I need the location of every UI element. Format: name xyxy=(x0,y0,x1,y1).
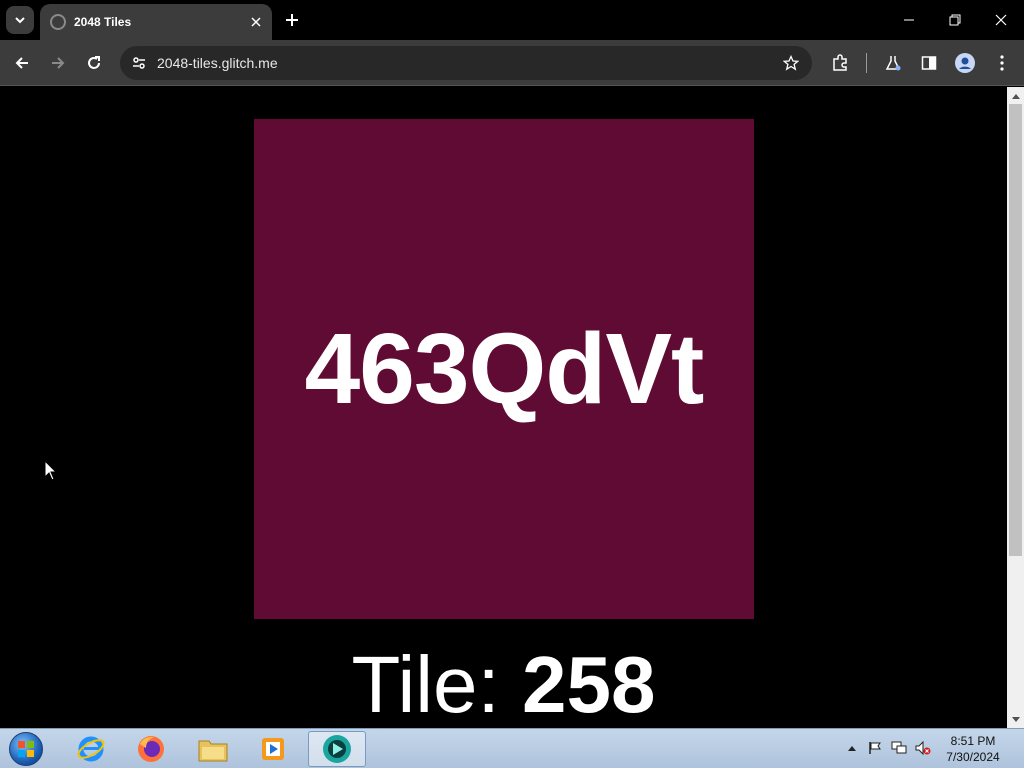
address-bar[interactable]: 2048-tiles.glitch.me xyxy=(120,46,812,80)
taskbar-active-app[interactable] xyxy=(308,731,366,767)
tune-icon xyxy=(133,57,145,69)
side-panel-button[interactable] xyxy=(916,50,942,76)
avatar-icon xyxy=(955,53,975,73)
scrollbar-thumb[interactable] xyxy=(1009,104,1022,556)
vertical-scrollbar[interactable] xyxy=(1007,87,1024,728)
mouse-cursor-icon xyxy=(44,460,58,481)
game-tile[interactable]: 463QdVt xyxy=(254,119,754,619)
chevron-down-icon xyxy=(15,17,25,24)
clock-time: 8:51 PM xyxy=(950,734,996,748)
volume-tray[interactable] xyxy=(914,739,932,757)
url-text: 2048-tiles.glitch.me xyxy=(157,55,278,71)
clock-date: 7/30/2024 xyxy=(946,750,1000,764)
browser-toolbar: 2048-tiles.glitch.me xyxy=(0,40,1024,86)
tile-caption: Tile: 258 xyxy=(0,640,1007,728)
new-tab-button[interactable] xyxy=(280,8,304,32)
tab-title: 2048 Tiles xyxy=(74,15,132,29)
triangle-up-icon xyxy=(848,746,856,751)
browser-titlebar: 2048 Tiles xyxy=(0,0,1024,40)
tab-active[interactable]: 2048 Tiles xyxy=(40,4,272,40)
reload-button[interactable] xyxy=(80,49,108,77)
bookmark-button[interactable] xyxy=(780,52,802,74)
side-panel-icon xyxy=(921,56,937,70)
menu-button[interactable] xyxy=(989,50,1015,76)
action-center-tray[interactable] xyxy=(866,739,884,757)
site-info-button[interactable] xyxy=(128,52,150,74)
start-button[interactable] xyxy=(6,731,46,767)
flask-icon xyxy=(885,56,901,71)
globe-icon xyxy=(50,14,66,30)
firefox-icon xyxy=(138,736,164,762)
scroll-down-button[interactable] xyxy=(1007,711,1024,728)
system-clock[interactable]: 8:51 PM 7/30/2024 xyxy=(936,733,1010,765)
minimize-button[interactable] xyxy=(894,6,924,34)
profile-button[interactable] xyxy=(952,50,978,76)
puzzle-icon xyxy=(833,54,847,71)
volume-muted-icon xyxy=(915,741,931,755)
restore-button[interactable] xyxy=(940,6,970,34)
app-icon xyxy=(323,735,351,763)
back-button[interactable] xyxy=(8,49,36,77)
tile-caption-value: 258 xyxy=(521,640,656,728)
taskbar-media-player[interactable] xyxy=(244,731,302,767)
close-icon xyxy=(251,17,261,27)
star-icon xyxy=(783,55,799,71)
network-tray[interactable] xyxy=(890,739,908,757)
windows-logo-icon xyxy=(9,732,43,766)
tile-caption-label: Tile: xyxy=(351,640,500,728)
media-player-icon xyxy=(262,738,284,760)
minimize-icon xyxy=(904,19,914,21)
reload-icon xyxy=(88,56,100,69)
more-vert-icon xyxy=(1000,55,1004,71)
plus-icon xyxy=(286,14,298,26)
flag-icon xyxy=(869,742,881,754)
taskbar-file-explorer[interactable] xyxy=(184,731,242,767)
network-icon xyxy=(891,741,907,754)
tile-text: 463QdVt xyxy=(304,312,705,425)
labs-button[interactable] xyxy=(880,50,906,76)
extensions-button[interactable] xyxy=(827,50,853,76)
page-viewport: 463QdVt Tile: 258 xyxy=(0,87,1007,728)
arrow-right-icon xyxy=(52,57,65,69)
taskbar: 8:51 PM 7/30/2024 xyxy=(0,728,1024,768)
internet-explorer-icon xyxy=(77,736,105,762)
restore-icon xyxy=(949,14,961,26)
taskbar-firefox[interactable] xyxy=(122,731,180,767)
close-icon xyxy=(995,14,1007,26)
folder-icon xyxy=(198,740,228,762)
taskbar-internet-explorer[interactable] xyxy=(62,731,120,767)
scroll-up-button[interactable] xyxy=(1007,87,1024,104)
show-hidden-icons-button[interactable] xyxy=(843,739,861,757)
triangle-up-icon xyxy=(1011,93,1020,99)
tab-search-button[interactable] xyxy=(6,6,34,34)
forward-button[interactable] xyxy=(44,49,72,77)
arrow-left-icon xyxy=(15,57,28,69)
tab-close-button[interactable] xyxy=(246,12,266,32)
toolbar-divider xyxy=(866,53,867,73)
triangle-down-icon xyxy=(1011,716,1020,722)
close-window-button[interactable] xyxy=(986,6,1016,34)
